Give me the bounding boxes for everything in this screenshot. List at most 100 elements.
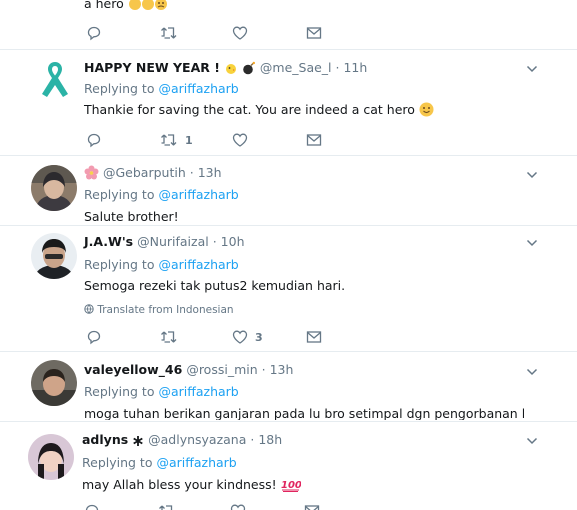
retweet-button[interactable]: 1 [160,131,193,149]
tweet-5[interactable]: adlyns @adlynsyazana · 18h Replying to @… [0,422,577,510]
caret-down-icon[interactable] [525,434,539,448]
retweet-button[interactable] [160,328,178,346]
retweet-icon [161,331,177,343]
reply-icon [87,26,101,41]
mention-link[interactable]: @ariffazharb [158,384,238,399]
tweet-actions [86,24,346,42]
reply-icon [87,133,101,148]
avatar[interactable] [31,233,77,279]
message-icon [306,134,322,146]
reply-button[interactable] [86,131,102,149]
tweet-text: moga tuhan berikan ganjaran pada lu bro … [84,406,524,420]
avatar-image [31,165,77,211]
tweet-header: HAPPY NEW YEAR ! @me_Sae_l · 11h [84,59,367,80]
display-name[interactable]: HAPPY NEW YEAR ! [84,60,220,75]
avatar-image [31,360,77,406]
message-icon [304,505,320,510]
reply-icon [87,330,101,345]
tweet-replies-thread: a hero HAPPY NEW YEAR ! @me_Sae_l · 11h … [0,0,577,510]
display-name[interactable]: adlyns [82,432,128,447]
caret-down-icon[interactable] [525,365,539,379]
svg-text:100: 100 [281,480,301,491]
timestamp[interactable]: 13h [198,165,222,180]
display-name[interactable]: J.A.W's [84,234,133,249]
timestamp[interactable]: 10h [221,234,245,249]
translate-link[interactable]: Translate from Indonesian [84,303,234,317]
reply-button[interactable] [86,328,102,346]
tweet-actions: 3 [86,328,346,346]
tweet-header: valeyellow_46 @rossi_min · 13h [84,362,294,377]
message-button[interactable] [306,131,322,149]
clapping-hands-emoji [128,0,168,16]
like-icon [232,133,248,147]
like-button[interactable] [232,131,248,149]
tweet-1[interactable]: HAPPY NEW YEAR ! @me_Sae_l · 11h Replyin… [0,50,577,156]
avatar[interactable] [31,165,77,211]
retweet-icon [161,27,177,39]
mention-link[interactable]: @ariffazharb [158,257,238,272]
timestamp[interactable]: 11h [343,60,367,75]
flower-emoji [84,165,99,185]
hundred-points-emoji: 100 [281,478,302,497]
tweet-text: Salute brother! [84,209,179,224]
timestamp[interactable]: 18h [258,432,282,447]
like-count: 3 [255,330,263,344]
retweet-button[interactable] [160,24,178,42]
tweet-0[interactable]: a hero [0,0,577,50]
message-button[interactable] [306,24,322,42]
mention-link[interactable]: @ariffazharb [156,455,236,470]
smile-emoji [419,102,434,122]
teal-ribbon-icon [42,62,68,97]
replying-to: Replying to @ariffazharb [84,384,239,399]
avatar[interactable] [31,360,77,406]
tweet-3[interactable]: J.A.W's @Nurifaizal · 10h Replying to @a… [0,226,577,352]
like-icon [232,330,248,344]
retweet-icon [161,134,177,146]
like-button[interactable]: 3 [232,328,263,346]
like-button[interactable] [230,502,246,510]
caret-down-icon[interactable] [525,62,539,76]
avatar[interactable] [28,434,74,480]
handle[interactable]: @me_Sae_l [260,60,332,75]
caret-down-icon[interactable] [525,236,539,250]
message-button[interactable] [304,502,320,510]
tweet-header: @Gebarputih · 13h [84,164,222,185]
tweet-text: Thankie for saving the cat. You are inde… [84,101,434,122]
retweet-button[interactable] [158,502,176,510]
reply-button[interactable] [84,502,100,510]
message-button[interactable] [306,328,322,346]
message-icon [306,27,322,39]
replying-to: Replying to @ariffazharb [84,187,239,202]
caret-down-icon[interactable] [525,168,539,182]
handle[interactable]: @rossi_min [186,362,257,377]
globe-icon [84,304,94,314]
handle[interactable]: @Gebarputih [103,165,186,180]
asterisk-symbol [132,434,144,452]
avatar-image [28,434,74,480]
like-button[interactable] [232,24,248,42]
chick-emoji [224,61,238,80]
tweet-text: a hero [84,0,168,16]
tweet-actions [84,502,344,510]
display-name[interactable]: valeyellow_46 [84,362,182,377]
avatar-image [31,233,77,279]
tweet-header: adlyns @adlynsyazana · 18h [82,431,282,452]
replying-to: Replying to @ariffazharb [84,81,239,96]
replying-to: Replying to @ariffazharb [82,455,237,470]
mention-link[interactable]: @ariffazharb [158,187,238,202]
mention-link[interactable]: @ariffazharb [158,81,238,96]
avatar[interactable] [32,56,78,102]
handle[interactable]: @Nurifaizal [137,234,209,249]
tweet-text: Semoga rezeki tak putus2 kemudian hari. [84,278,346,293]
retweet-count: 1 [185,133,193,147]
tweet-header: J.A.W's @Nurifaizal · 10h [84,234,245,249]
handle[interactable]: @adlynsyazana [148,432,246,447]
reply-icon [85,504,99,510]
reply-button[interactable] [86,24,102,42]
like-icon [230,504,246,510]
like-icon [232,26,248,40]
tweet-2[interactable]: @Gebarputih · 13h Replying to @ariffazha… [0,156,577,226]
tweet-4[interactable]: valeyellow_46 @rossi_min · 13h Replying … [0,352,577,422]
bomb-emoji [242,61,256,80]
timestamp[interactable]: 13h [270,362,294,377]
